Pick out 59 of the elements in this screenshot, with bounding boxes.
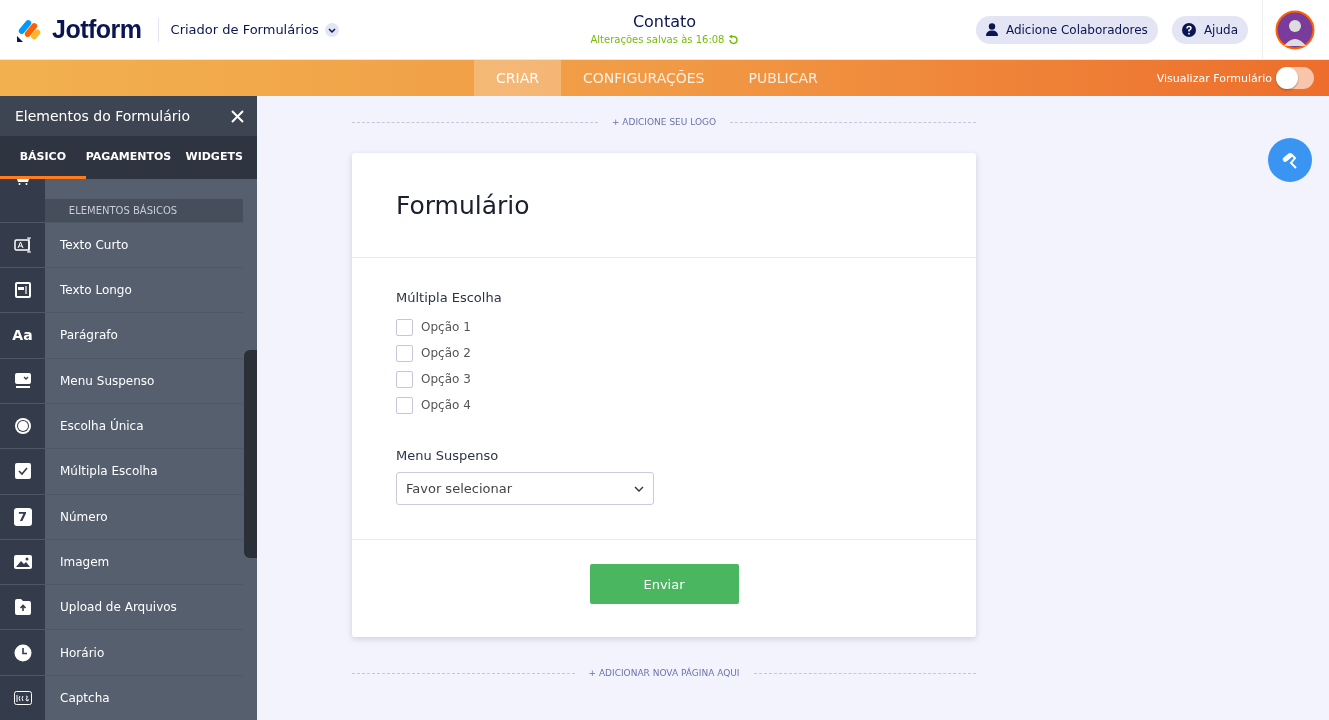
add-logo-link[interactable]: + ADICIONE SEU LOGO [611, 117, 717, 127]
cart-icon [15, 178, 30, 185]
checkbox-icon [13, 462, 32, 481]
text-area-icon [13, 281, 32, 300]
option-label: Opção 2 [421, 346, 471, 360]
save-status: Alterações salvas às 16:08 [590, 34, 725, 45]
clock-icon [13, 643, 32, 662]
element-item[interactable]: Captcha [0, 674, 243, 720]
text-field-icon [13, 235, 32, 254]
element-item[interactable]: Texto Longo [0, 267, 243, 313]
dropdown-field[interactable]: Favor selecionar [396, 472, 654, 505]
close-icon [231, 109, 244, 123]
theme-button[interactable] [1268, 138, 1312, 182]
checkbox[interactable] [396, 396, 413, 414]
option-label: Opção 1 [421, 320, 471, 334]
dropdown-icon [13, 371, 32, 390]
text-style-icon: Aa [12, 327, 33, 344]
checkbox[interactable] [396, 370, 413, 388]
panel-title: Elementos do Formulário [15, 108, 190, 125]
chevron-down-icon [324, 22, 339, 37]
element-item[interactable]: Menu Suspenso [0, 357, 243, 403]
preview-toggle[interactable] [1276, 67, 1314, 89]
element-item[interactable]: Texto Curto [0, 221, 243, 268]
form-title: Contato [632, 12, 697, 31]
help-button[interactable]: Ajuda [1171, 15, 1248, 44]
chevron-down-icon [634, 485, 644, 492]
close-button[interactable] [231, 109, 244, 123]
checkbox[interactable] [396, 344, 413, 362]
element-item[interactable]: Horário [0, 629, 243, 675]
add-page-link[interactable]: + ADICIONAR NOVA PÁGINA AQUI [588, 668, 740, 678]
element-item[interactable]: Upload de Arquivos [0, 584, 243, 630]
checkbox[interactable] [396, 318, 413, 336]
person-icon [985, 23, 998, 36]
preview-label: Visualizar Formulário [1156, 71, 1272, 85]
panel-tab[interactable]: WIDGETS [171, 136, 257, 179]
element-item[interactable]: Escolha Única [0, 402, 243, 449]
form-heading: Formulário [396, 190, 530, 220]
app-menu[interactable]: Criador de Formulários [170, 22, 339, 37]
panel-tab[interactable]: PAGAMENTOS [85, 136, 172, 179]
help-icon [1181, 22, 1196, 37]
section-label: ELEMENTOS BÁSICOS [45, 198, 243, 222]
element-item[interactable]: Aa Parágrafo [0, 312, 243, 358]
radio-icon [13, 417, 32, 436]
undo-icon [728, 34, 739, 45]
collaborators-button[interactable]: Adicione Colaboradores [975, 15, 1158, 44]
element-item[interactable]: 7 Número [0, 493, 243, 539]
question-label: Múltipla Escolha [396, 290, 503, 305]
question-label: Menu Suspenso [396, 448, 500, 463]
element-item[interactable]: Múltipla Escolha [0, 448, 243, 494]
number-icon: 7 [13, 507, 32, 526]
scrollbar[interactable] [244, 350, 257, 558]
folder-upload-icon [13, 598, 32, 617]
option-label: Opção 4 [421, 398, 471, 412]
element-item[interactable]: Imagem [0, 538, 243, 585]
option-label: Opção 3 [421, 372, 471, 386]
captcha-icon [13, 688, 32, 707]
avatar-icon [1275, 9, 1315, 50]
image-icon [13, 552, 32, 571]
brand-name: Jotform [52, 15, 142, 44]
